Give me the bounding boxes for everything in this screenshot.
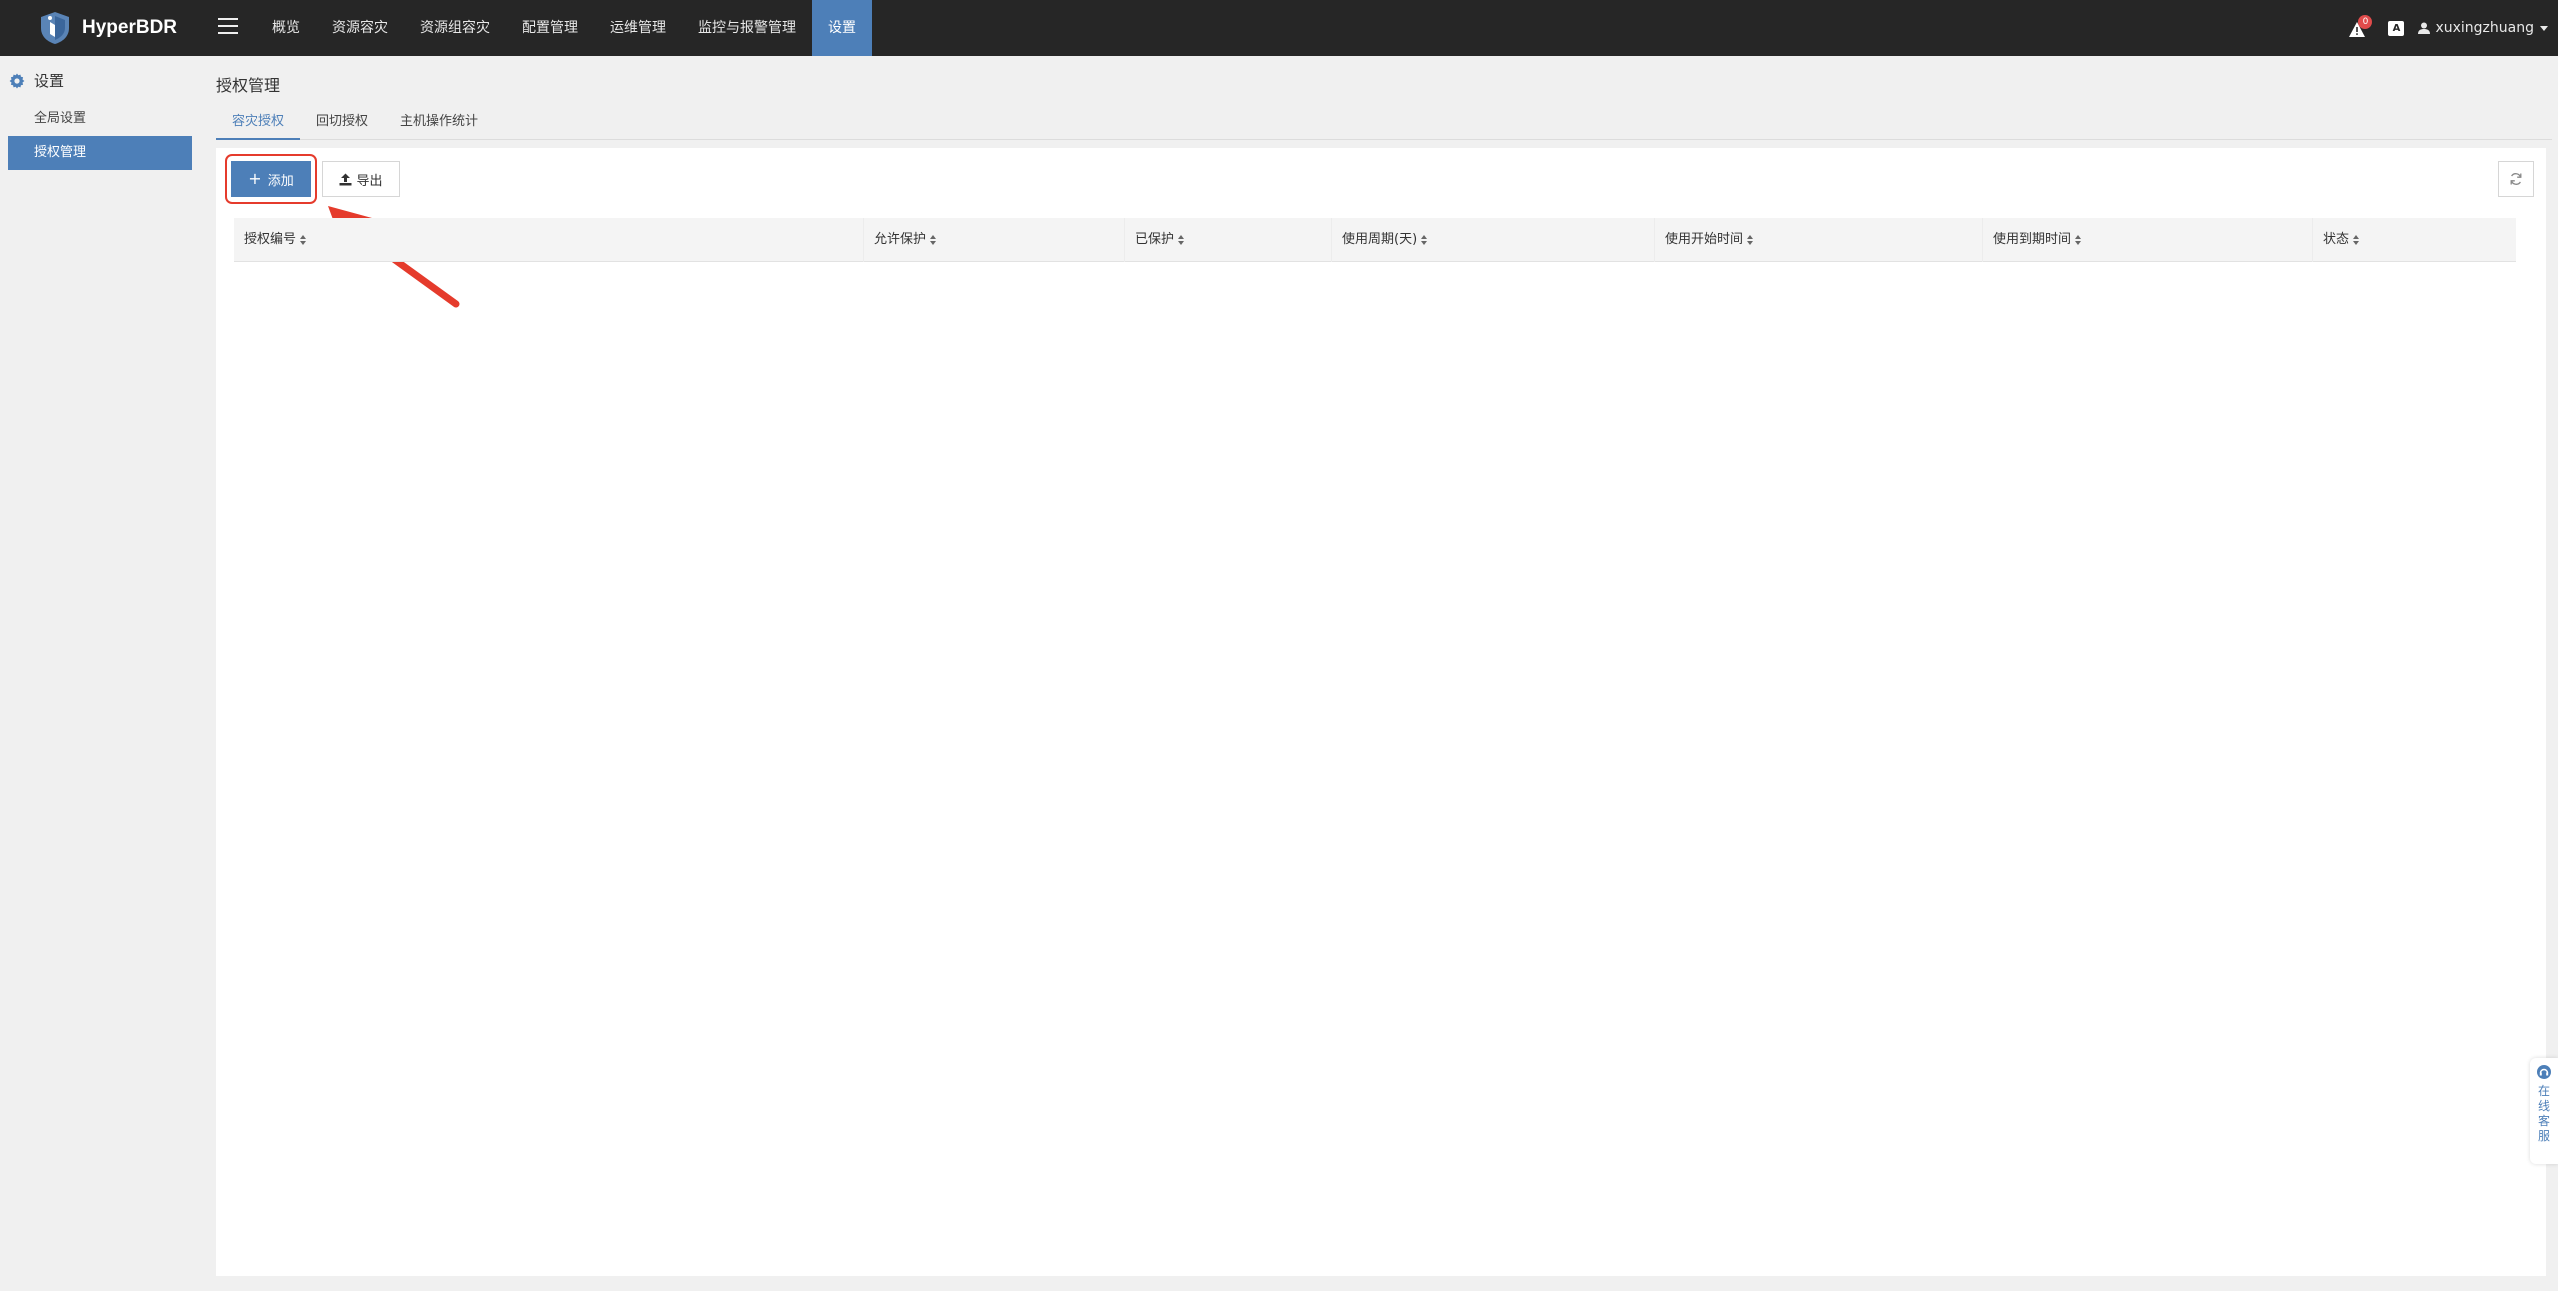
export-button-label: 导出 [356,173,383,189]
column-header-protected[interactable]: 已保护 [1125,218,1332,262]
refresh-icon [2510,173,2522,185]
tab-host-operation-stats[interactable]: 主机操作统计 [384,108,494,140]
column-header-start-time[interactable]: 使用开始时间 [1655,218,1983,262]
nav-item-monitor-alerts[interactable]: 监控与报警管理 [682,0,812,56]
add-button-label: 添加 [267,173,294,189]
language-switch-icon[interactable]: A [2388,20,2405,36]
nav-item-resource-group-dr[interactable]: 资源组容灾 [404,0,506,56]
shield-logo-icon [41,12,69,44]
alert-count-badge: 0 [2358,15,2373,29]
chevron-down-icon [2540,25,2548,31]
header-actions: 0 A xuxingzhuang [2348,0,2548,56]
nav-item-settings[interactable]: 设置 [812,0,872,56]
sort-icon [1421,234,1428,246]
online-service-label: 在线客服 [2538,1084,2551,1143]
table-header: 授权编号 允许保护 已保护 使用周期(天) 使用开始时间 使用到期时间 状态 [234,218,2516,262]
export-button[interactable]: 导出 [322,161,400,197]
sort-icon [1747,234,1754,246]
column-header-license-id[interactable]: 授权编号 [234,218,864,262]
sort-icon [300,234,307,246]
tab-dr-license[interactable]: 容灾授权 [216,108,301,140]
column-header-allowed-protection[interactable]: 允许保护 [864,218,1125,262]
sort-icon [1178,234,1185,246]
user-menu[interactable]: xuxingzhuang [2418,20,2548,36]
sidebar-title: 设置 [9,70,64,91]
main-nav: 概览 资源容灾 资源组容灾 配置管理 运维管理 监控与报警管理 设置 [256,0,872,56]
page-title: 授权管理 [216,76,281,95]
sidebar-item-license-management[interactable]: 授权管理 [8,136,192,170]
add-button[interactable]: + 添加 [231,161,311,197]
menu-toggle-icon[interactable] [218,18,238,36]
sort-icon [930,234,937,246]
headset-icon [2537,1065,2551,1079]
nav-item-overview[interactable]: 概览 [256,0,316,56]
refresh-button[interactable] [2498,161,2534,197]
column-header-expire-time[interactable]: 使用到期时间 [1983,218,2313,262]
top-navbar: HyperBDR 概览 资源容灾 资源组容灾 配置管理 运维管理 监控与报警管理… [0,0,2558,56]
content-panel: + 添加 导出 授权编号 允许保护 已保护 使用周期(天) 使用开始时间 使用到… [216,148,2546,1276]
online-service-button[interactable]: 在线客服 [2530,1058,2558,1164]
column-header-period-days[interactable]: 使用周期(天) [1332,218,1655,262]
gear-icon [9,73,25,88]
tab-failback-license[interactable]: 回切授权 [300,108,384,140]
user-icon [2418,22,2431,34]
tab-bar: 容灾授权 回切授权 主机操作统计 [216,108,2552,140]
nav-item-resource-dr[interactable]: 资源容灾 [316,0,404,56]
column-header-status[interactable]: 状态 [2313,218,2516,262]
username: xuxingzhuang [2435,20,2534,36]
nav-item-config[interactable]: 配置管理 [506,0,594,56]
sidebar-title-label: 设置 [34,72,65,90]
nav-item-ops[interactable]: 运维管理 [594,0,682,56]
app-name: HyperBDR [82,17,178,38]
plus-icon: + [248,169,262,188]
sort-icon [2353,234,2360,246]
sidebar-item-global-settings[interactable]: 全局设置 [8,102,192,136]
alert-button[interactable]: 0 [2348,15,2373,39]
upload-icon [339,173,352,185]
sort-icon [2075,234,2082,246]
app-logo[interactable]: HyperBDR [38,10,177,46]
sidebar: 设置 全局设置 授权管理 [0,56,200,1291]
